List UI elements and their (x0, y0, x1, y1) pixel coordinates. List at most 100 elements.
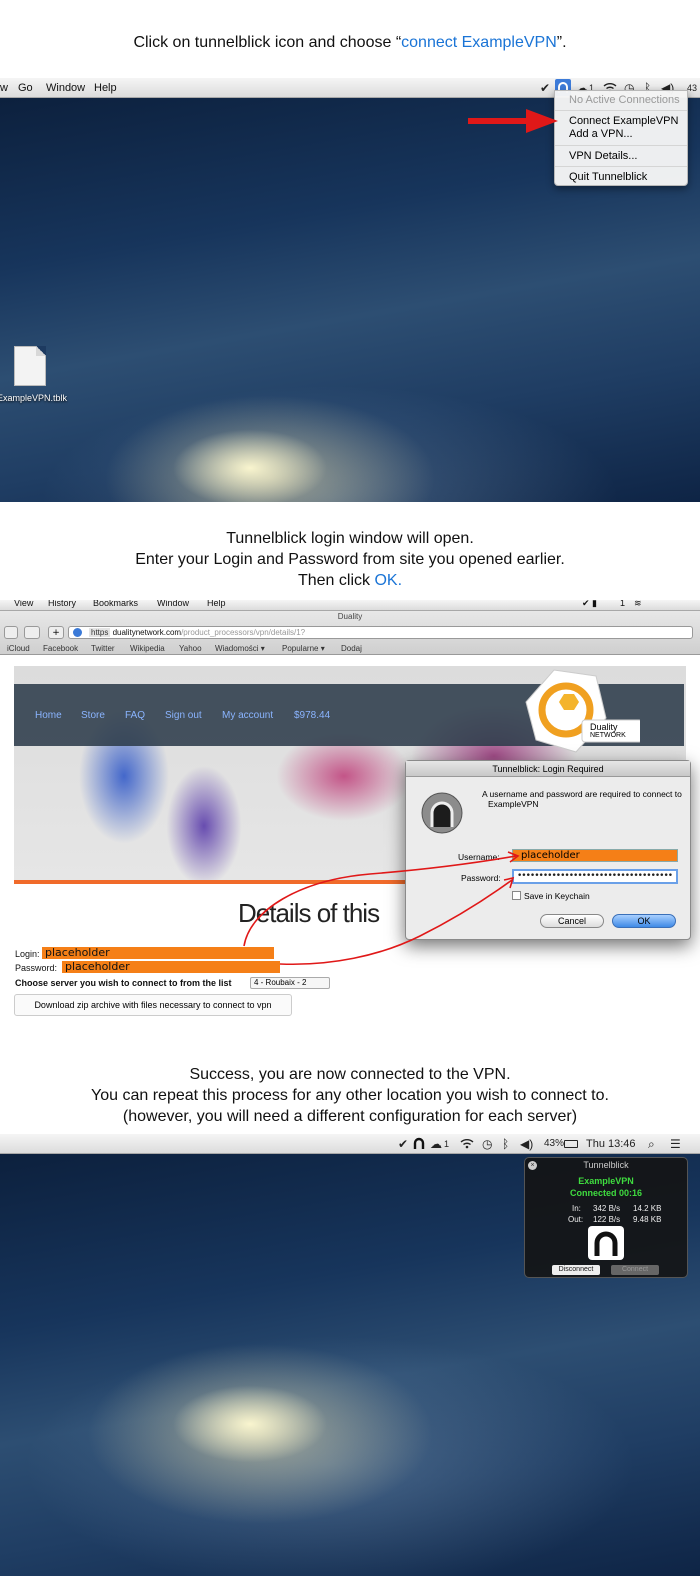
nav-faq[interactable]: FAQ (125, 710, 145, 721)
step3-caption: Success, you are now connected to the VP… (0, 1064, 700, 1127)
step2-caption-line1: Tunnelblick login window will open. (226, 530, 474, 547)
tunnelblick-menu: No Active Connections Connect ExampleVPN… (554, 90, 688, 186)
reader-button[interactable] (4, 626, 18, 639)
bookmark-dodaj[interactable]: Dodaj (341, 644, 362, 653)
tblk-file-label[interactable]: ExampleVPN.tblk (0, 393, 68, 404)
tray-badge: 1 (444, 1139, 450, 1149)
menu-item-add-vpn[interactable]: Add a VPN... (569, 128, 633, 140)
step2-caption-ok: OK. (374, 572, 403, 589)
red-arrow-icon (468, 109, 558, 133)
step3-caption-line2: You can repeat this process for any othe… (91, 1087, 609, 1104)
step1-caption-pre: Click on tunnelblick icon and choose “ (133, 34, 402, 51)
menu-help[interactable]: Help (94, 82, 117, 94)
battery-percentage: 43% (544, 1138, 565, 1149)
connection-name: ExampleVPN (578, 1176, 634, 1186)
menu-go[interactable]: Go (18, 82, 33, 94)
clock[interactable]: Thu 13:46 (586, 1137, 636, 1151)
menu-separator (555, 145, 687, 146)
out-label: Out: (568, 1215, 584, 1224)
add-tab-button[interactable]: + (48, 626, 64, 639)
step2-caption-line3: Then click OK. (0, 570, 700, 591)
nav-sign-out[interactable]: Sign out (165, 710, 202, 721)
dialog-message: A username and password are required to … (482, 789, 682, 809)
step1-caption-highlight: connect ExampleVPN (401, 34, 557, 51)
status-window-title: Tunnelblick (583, 1160, 629, 1170)
notification-center-icon[interactable]: ☰ (670, 1137, 681, 1151)
checkmark-tray-icon[interactable]: ✔ (398, 1137, 408, 1151)
menu-history[interactable]: History (48, 600, 76, 608)
wifi-icon[interactable] (460, 1137, 474, 1152)
connection-status: Connected 00:16 (569, 1188, 643, 1198)
tunnelblick-app-icon (420, 791, 464, 835)
menubar-3: ✔ ☁ 1 ◷ ᛒ ◀) 43% Thu 13:46 ⌕ ☰ (0, 1134, 700, 1154)
in-rate: 342 B/s (593, 1204, 621, 1213)
out-total: 9.48 KB (633, 1215, 662, 1224)
menubar-2: View History Bookmarks Window Help ✔ ▮ 1… (0, 600, 700, 611)
menu-window[interactable]: Window (157, 600, 189, 608)
time-machine-icon[interactable]: ◷ (482, 1137, 492, 1151)
tray-badge: 1 (620, 600, 626, 608)
bluetooth-icon[interactable]: ᛒ (502, 1137, 509, 1151)
red-annotation-arrows-icon (243, 851, 520, 966)
nav-store[interactable]: Store (81, 710, 105, 721)
volume-icon[interactable]: ◀) (520, 1137, 533, 1151)
menu-window[interactable]: Window (46, 82, 85, 94)
url-host: dualitynetwork.com (112, 628, 182, 637)
menu-help[interactable]: Help (207, 600, 226, 608)
step1-caption: Click on tunnelblick icon and choose “co… (0, 32, 700, 53)
menu-bookmarks[interactable]: Bookmarks (93, 600, 138, 608)
menu-item-no-active: No Active Connections (569, 94, 680, 106)
menu-item-connect-examplevpn[interactable]: Connect ExampleVPN (569, 115, 678, 127)
nav-balance: $978.44 (294, 710, 331, 721)
nav-my-account[interactable]: My account (222, 710, 273, 721)
menu-separator (555, 110, 687, 111)
step2-caption-line3-pre: Then click (297, 572, 375, 589)
step2-caption: Tunnelblick login window will open. Ente… (0, 528, 700, 591)
bookmark-facebook[interactable]: Facebook (43, 644, 78, 653)
bookmark-wiadomosci[interactable]: Wiadomości ▾ (215, 644, 265, 653)
bookmark-twitter[interactable]: Twitter (91, 644, 115, 653)
hexagon-logo-icon (525, 669, 643, 753)
tblk-file-icon[interactable] (14, 346, 46, 386)
checkmark-tray-icon[interactable]: ✔ (540, 81, 550, 95)
nav-home[interactable]: Home (35, 710, 62, 721)
tunnelblick-status-window: × Tunnelblick ExampleVPN Connected 00:16… (524, 1157, 688, 1278)
connect-button[interactable]: Connect (611, 1265, 659, 1275)
url-path: /product_processors/vpn/details/1? (181, 628, 306, 637)
download-zip-button[interactable]: Download zip archive with files necessar… (14, 994, 292, 1016)
window-title: Duality (337, 612, 363, 621)
step3-caption-line3: (however, you will need a different conf… (122, 1108, 578, 1125)
globe-icon (73, 628, 82, 637)
tunnelblick-connected-tray-icon[interactable] (413, 1137, 425, 1153)
bookmark-yahoo[interactable]: Yahoo (179, 644, 202, 653)
out-rate: 122 B/s (593, 1215, 621, 1224)
step1-caption-post: ”. (556, 34, 567, 51)
menu-item-vpn-details[interactable]: VPN Details... (569, 150, 637, 162)
bookmark-icloud[interactable]: iCloud (7, 644, 30, 653)
menu-partial-w[interactable]: w (0, 82, 8, 94)
url-bar[interactable]: https dualitynetwork.com/product_process… (68, 626, 693, 639)
browser-toolbar: Duality + https dualitynetwork.com/produ… (0, 611, 700, 655)
battery-icon[interactable] (564, 1140, 578, 1148)
menu-separator (555, 166, 687, 167)
menu-item-quit[interactable]: Quit Tunnelblick (569, 171, 647, 183)
in-label: In: (572, 1204, 581, 1213)
disconnect-button[interactable]: Disconnect (552, 1265, 600, 1275)
tunnelblick-large-icon (588, 1226, 624, 1260)
tunnelblick-tray-icon[interactable]: ✔ ▮ (582, 600, 597, 609)
dialog-connection-name: ExampleVPN (488, 799, 539, 809)
bookmark-wikipedia[interactable]: Wikipedia (130, 644, 165, 653)
cloud-sync-icon[interactable]: ☁ (430, 1137, 442, 1151)
wifi-icon[interactable]: ≋ (634, 600, 642, 609)
sidebar-button[interactable] (24, 626, 40, 639)
menu-view[interactable]: View (14, 600, 33, 608)
spotlight-search-icon[interactable]: ⌕ (648, 1137, 655, 1151)
step2-caption-line2: Enter your Login and Password from site … (135, 551, 565, 568)
in-total: 14.2 KB (633, 1204, 662, 1213)
url-scheme: https (89, 628, 111, 637)
logo-text-network: NETWORK (590, 732, 626, 739)
bookmark-popularne[interactable]: Popularne ▾ (282, 644, 325, 653)
duality-logo: Duality NETWORK (524, 668, 643, 754)
battery-partial: 43 (687, 83, 698, 93)
dialog-message-text: A username and password are required to … (482, 789, 682, 799)
